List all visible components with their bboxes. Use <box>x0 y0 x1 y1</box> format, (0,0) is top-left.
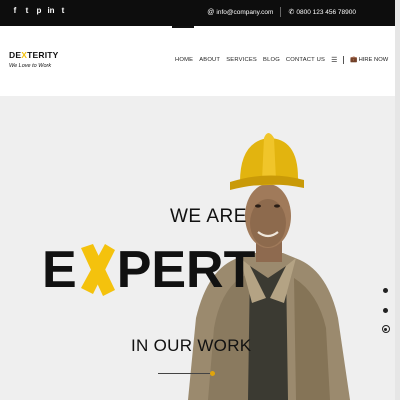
nav-item-blog[interactable]: BLOG <box>263 57 280 63</box>
at-icon: @ <box>207 8 215 16</box>
phone-icon: ✆ <box>288 9 295 16</box>
pinterest-icon[interactable]: p <box>35 6 43 16</box>
menu-icon[interactable]: ☰ <box>331 56 337 64</box>
nav-divider <box>343 56 345 64</box>
top-bar: f t p in t @ info@company.com ✆ 0800 123… <box>0 0 400 26</box>
hero-headline: E PERT <box>42 244 255 296</box>
divider <box>280 7 282 17</box>
headline-prefix: E <box>42 241 77 299</box>
nav-item-services[interactable]: SERVICES <box>226 57 257 63</box>
social-links: f t p in t <box>11 6 67 16</box>
hire-now-label: HIRE NOW <box>358 57 389 63</box>
logo-tagline: We Love to Work <box>9 63 52 69</box>
slide-dot-2[interactable] <box>383 308 388 313</box>
site-logo[interactable]: DEXTERITY We Love to Work <box>9 50 59 69</box>
hero-line-we-are: WE ARE <box>170 206 247 227</box>
linkedin-icon[interactable]: in <box>47 6 55 16</box>
nav-item-home[interactable]: HOME <box>175 57 193 63</box>
main-nav: HOME ABOUT SERVICES BLOG CONTACT US ☰ 💼 … <box>175 56 388 64</box>
phone-text[interactable]: 0800 123 456 78900 <box>296 9 356 16</box>
email-text[interactable]: info@company.com <box>216 9 273 16</box>
nav-item-contact[interactable]: CONTACT US <box>286 57 325 63</box>
hire-icon: 💼 <box>350 57 358 63</box>
tumblr-icon[interactable]: t <box>59 6 67 16</box>
hire-now-button[interactable]: 💼 HIRE NOW <box>350 57 388 63</box>
phone-contact[interactable]: ✆ 0800 123 456 78900 <box>288 8 356 17</box>
hero-underline <box>158 373 214 374</box>
headline-x-mark <box>80 244 115 296</box>
nav-active-indicator <box>172 26 194 28</box>
email-contact[interactable]: @ info@company.com <box>207 9 273 16</box>
contact-info: @ info@company.com ✆ 0800 123 456 78900 <box>207 7 356 17</box>
facebook-icon[interactable]: f <box>11 6 19 16</box>
hero-underline-dot <box>210 371 215 376</box>
page-scrollbar[interactable] <box>395 0 400 400</box>
headline-suffix: PERT <box>116 241 256 299</box>
hero-line-in-our-work: IN OUR WORK <box>131 336 252 355</box>
logo-wordmark: DEXTERITY <box>9 50 59 60</box>
slide-dot-1[interactable] <box>383 288 388 293</box>
slide-dot-active[interactable] <box>381 325 390 333</box>
twitter-icon[interactable]: t <box>23 6 31 16</box>
nav-item-about[interactable]: ABOUT <box>199 57 220 63</box>
